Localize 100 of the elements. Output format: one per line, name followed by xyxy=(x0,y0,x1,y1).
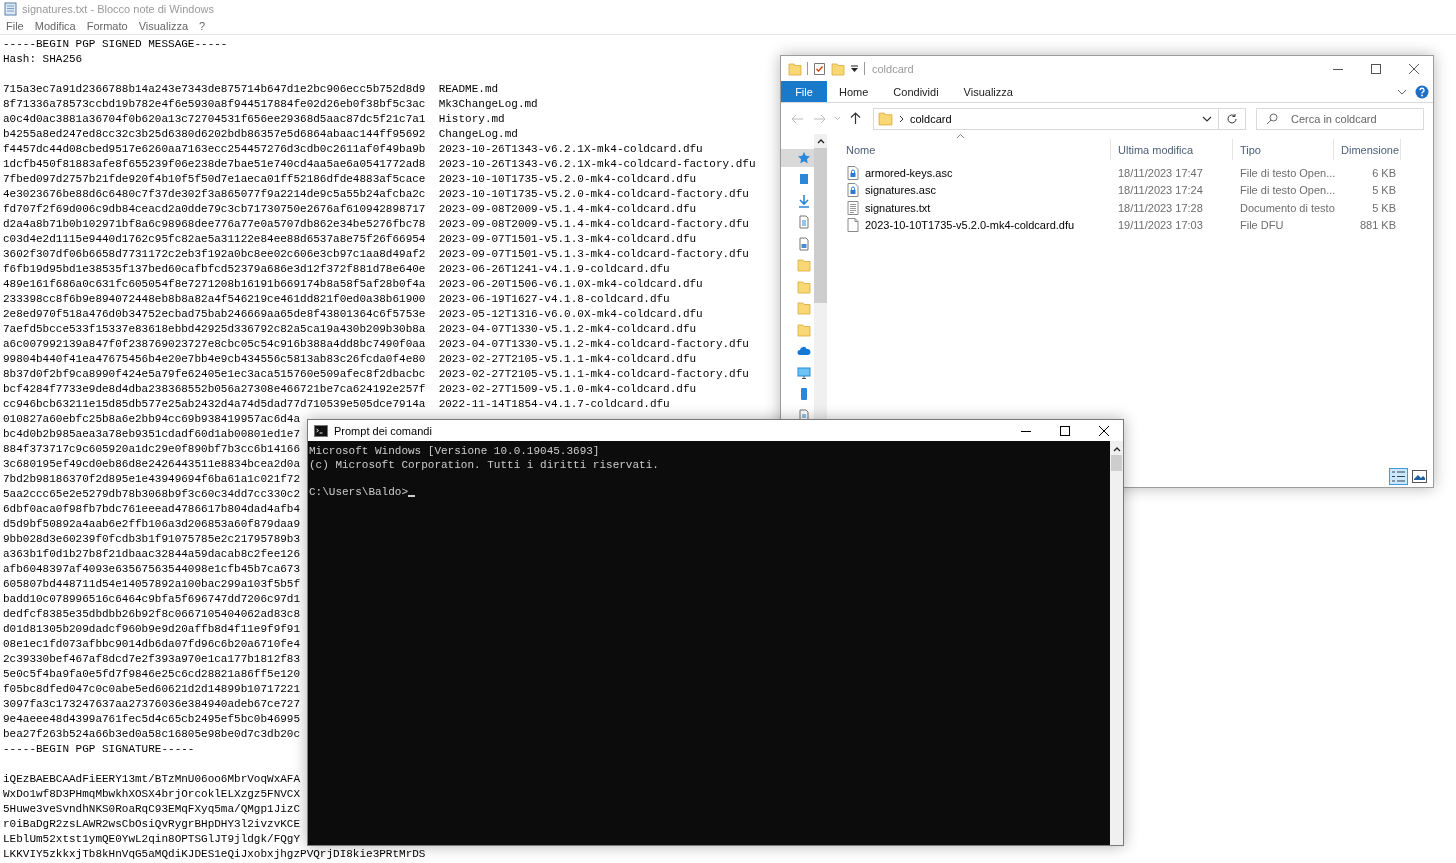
chevron-right-icon xyxy=(899,114,904,123)
menu-item[interactable]: ? xyxy=(195,20,210,32)
text-line: LEblUm52xtst1ymQE0YwL2qin8OPTSGlJT9jldgk/FQgY xyxy=(3,832,301,847)
close-icon xyxy=(1098,425,1109,436)
star-icon[interactable] xyxy=(797,150,811,165)
file-name[interactable]: 2023-10-10T1735-v5.2.0-mk4-coldcard.dfu xyxy=(839,218,1111,233)
window-title: coldcard xyxy=(872,62,915,75)
text-line: d01d81305b209dadcf960b9e9d20affb8d4f11e9f9f91 xyxy=(3,622,301,637)
refresh-button[interactable] xyxy=(1219,107,1246,130)
text-line: 5aa2ccc65e2e5279db78b3068b9f3c60c34dd7cc330c2 xyxy=(3,487,301,502)
folder-icon[interactable] xyxy=(797,258,811,273)
text-line: fd707f2f69d006c9db84ceacd2a0dde79c3cb71730750e2676af610942898717 2023-09-08T2009-v5.1.4-mk4-coldcard.dfu xyxy=(3,202,697,217)
window-title: Prompt dei comandi xyxy=(334,424,433,437)
text-line: 489e161f686a0c631fc605054f8e7271208b16191b669174b8a58f5af28b0f4a 2023-06-20T1506-v6.1.0X-mk4-coldcard.dfu xyxy=(3,277,703,292)
file-name[interactable]: signatures.txt xyxy=(839,200,1111,215)
chevron-down-icon[interactable] xyxy=(1397,88,1407,95)
file-name[interactable]: signatures.asc xyxy=(839,183,1111,198)
menu-item[interactable]: Modifica xyxy=(30,20,80,32)
size-cell-text: 6 KB xyxy=(1371,166,1397,179)
menu-item[interactable]: Visualizza xyxy=(134,20,192,32)
folder-icon[interactable] xyxy=(797,279,811,294)
menu-item[interactable]: File xyxy=(2,20,28,32)
type-cell-text: File DFU xyxy=(1239,219,1285,232)
text-line: 9bb028d3e60239f0fcdb3b1f91075785e2c21795789b3 xyxy=(3,532,301,547)
date-cell-text: 18/11/2023 17:24 xyxy=(1117,184,1204,197)
text-line: bcf4284f7733e9de8d4dba238368552b056a27308e466721be7ca624192e257f 2023-02-27T1509-v5.1.0-mk4-coldcard.dfu xyxy=(3,382,697,397)
text-line: WxDo1wf8D3PHmqMbwkhXOSX4brjOrcoklELXzgz5FNVCX xyxy=(3,787,301,802)
size-cell-text: 881 KB xyxy=(1358,219,1397,232)
text-line: LKKVIY5zkkxjTb8kHnVqG5aMQdiKJDES1eQiJxobxjhgzPVQrjDI8kie3PRtMrDS xyxy=(3,847,426,862)
text-line: 8f71336a78573ccbd19b782e4f6e5930a8f944517884fe02d26eb0f38bf5c3ac Mk3ChangeLog.md xyxy=(3,97,538,112)
text-line: bc4d0b2b985aea3a78eb9351cdadf60d1ab00801ed1e7 xyxy=(3,427,301,442)
text-line: 605807bd448711d54e14057892a100bac299a103f5b5f xyxy=(3,577,301,592)
ribbon-tab[interactable]: Visualizza xyxy=(951,81,1026,102)
refresh-icon xyxy=(1226,112,1238,125)
text-cursor xyxy=(408,495,416,497)
search-field[interactable]: Cerca in coldcard xyxy=(1256,107,1424,130)
folder-icon[interactable] xyxy=(797,322,811,337)
ribbon-tab[interactable]: Condividi xyxy=(881,81,952,102)
date-cell-text: 18/11/2023 17:28 xyxy=(1117,201,1204,214)
scrollbar-thumb[interactable] xyxy=(814,148,827,303)
text-line: a6c007992139a847f0f238769023727e8cbc05c54c916b388a4dd8bc7490f0aa 2023-04-07T1330-v5.1.2-mk4-coldcard-factory.dfu xyxy=(3,337,749,352)
text-line: 2e8ed970f518a476d0b34752ecbad75bab246669aa65de8f43801364c6f5753e 2023-05-12T1316-v6.0.0X-mk4-coldcard.dfu xyxy=(3,307,703,322)
file-tab[interactable]: File xyxy=(781,81,827,102)
dropdown-icon[interactable] xyxy=(850,63,859,74)
folder-icon xyxy=(878,111,893,126)
details-view-icon[interactable] xyxy=(1389,468,1408,485)
menu-item[interactable]: Formato xyxy=(82,20,132,32)
document-icon xyxy=(847,218,859,233)
text-line: 233398cc8f6b9e894072448eb8b8a82a4f546219ce461dd821f0ed0a38b61900 2023-06-19T1627-v4.1.8-coldcard.dfu xyxy=(3,292,670,307)
console-icon xyxy=(314,424,328,437)
text-line: 08e1ec1fd073afbbc9014db6da07fd96c6b20a6710fe4 xyxy=(3,637,301,652)
text-line: 3097fa3c173247637aa27376036e384940adeb67ce727 xyxy=(3,697,301,712)
address-bar[interactable]: coldcard xyxy=(873,107,1219,130)
sort-ascending-icon xyxy=(956,133,965,139)
chevron-down-icon xyxy=(833,116,841,121)
locked-document-icon xyxy=(847,165,859,180)
text-line: f05bc8dfed047c0c0abe5ed60621d2d14899b10717221 xyxy=(3,682,301,697)
column-header[interactable]: Dimensione xyxy=(1334,139,1401,160)
download-icon[interactable] xyxy=(797,193,811,208)
text-line: r0iBaDgR2zsLAWR2wsCbOsiQvRygrBHpDHY3l2ivzvKCE xyxy=(3,817,301,832)
text-line: cc946bcb63211e15d85db577e25ab2432d4a74d5dad77d710539e505dce7914a 2022-11-14T1854-v4.1.7-coldcard.dfu xyxy=(3,397,670,412)
ribbon-tab[interactable]: Home xyxy=(827,81,882,102)
command-prompt: C:\Users\Baldo> xyxy=(309,485,409,499)
properties-icon[interactable] xyxy=(813,61,826,76)
folder-icon xyxy=(788,61,802,76)
text-line: 6dbf0aca0f98fb7bdc761eeead4786617b804dad4afb4 xyxy=(3,502,301,517)
type-cell-text: Documento di testo xyxy=(1239,201,1334,214)
scroll-up-icon[interactable] xyxy=(816,138,825,144)
file-name[interactable]: armored-keys.asc xyxy=(839,165,1111,180)
document-icon[interactable] xyxy=(797,215,811,230)
text-line: badd10c078996516c6464c9bfa5f696747dd7206c97d1 xyxy=(3,592,301,607)
text-line: a0c4d0ac3881a36704f0b620a13c72704531f656ee29368d5aac87dc5f21c7a1 History.md xyxy=(3,112,505,127)
text-line: b4255a8ed247ed8cc32c3b25d6380d6202bdb86357e5d6864abaac144ff95692 ChangeLog.md xyxy=(3,127,518,142)
maximize-icon xyxy=(1059,425,1070,436)
scroll-up-icon[interactable] xyxy=(1112,446,1121,452)
scrollbar-thumb[interactable] xyxy=(1111,455,1122,471)
text-line: -----BEGIN PGP SIGNED MESSAGE----- xyxy=(3,37,228,52)
text-line: 3c680195ef49cd0eb86d8e2426443511e8834bcea2d0a xyxy=(3,457,301,472)
column-header[interactable]: Ultima modifica xyxy=(1111,139,1233,160)
text-line: f4457dc44d08cbed9517e6260aa7163ecc254457276d3cdb0c2611af0f49ba9b 2023-10-26T1343-v6.2.1X-mk4-coldcard.dfu xyxy=(3,142,703,157)
preview-icon[interactable] xyxy=(1412,470,1427,483)
text-line: f6fb19d95bd1e38535f137bed60cafbfcd52379a686e3d12f372f881d78e640e 2023-06-26T1241-v4.1.9-coldcard.dfu xyxy=(3,262,670,277)
chevron-down-icon[interactable] xyxy=(1202,115,1212,122)
size-cell-text: 5 KB xyxy=(1371,201,1397,214)
monitor-icon[interactable] xyxy=(797,365,811,380)
text-line: d5d9bf50892a4aab6e2ffb106a3d206853a60f879daa9 xyxy=(3,517,301,532)
text-line: 7aefd5bcce533f15337e83618ebbd42925d336792c82a5ca19a430b209b30b8a 2023-04-07T1330-v5.1.2-mk4-coldcard.dfu xyxy=(3,322,697,337)
column-header[interactable]: Nome xyxy=(839,139,1111,160)
help-icon[interactable] xyxy=(1415,84,1429,99)
folder-icon[interactable] xyxy=(797,301,811,316)
text-line: 7fbed097d2757b21fde920f4b10f5f50d7e1aeca01ff52186dfde4883af5cace 2023-10-10T1735-v5.2.0-mk4-coldcard.dfu xyxy=(3,172,697,187)
size-cell-text: 5 KB xyxy=(1371,184,1397,197)
column-header[interactable]: Tipo xyxy=(1233,139,1334,160)
notepad-icon xyxy=(4,2,17,16)
date-cell-text: 19/11/2023 17:03 xyxy=(1117,219,1204,232)
text-line: 9e4aeee48d4399a761fec5d4c65cb2495ef5bc0b46995 xyxy=(3,712,301,727)
text-line: d2a4a8b71b0b102971bf8a6c98968dee776a77e0a5707db862e34be5276fbc78 2023-09-08T2009-v5.1.4-mk4-coldcard-factory.dfu xyxy=(3,217,749,232)
forward-arrow-icon xyxy=(812,113,826,124)
maximize-icon xyxy=(1371,63,1381,74)
text-line: 884f373717c9c605920a1dc29e0f890bf7b3cc6b14166 xyxy=(3,442,301,457)
